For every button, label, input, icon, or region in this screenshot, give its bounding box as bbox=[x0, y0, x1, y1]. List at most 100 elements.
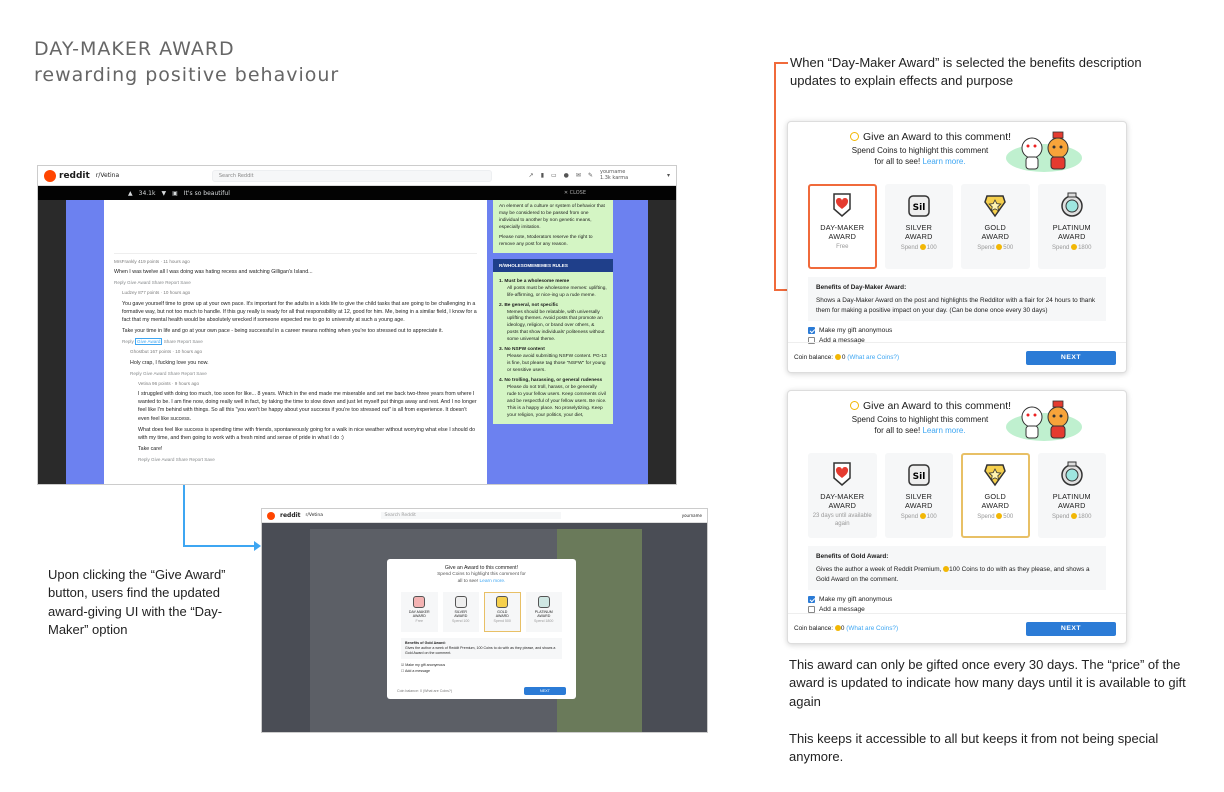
anonymous-label: Make my gift anonymous bbox=[819, 595, 893, 603]
award-name: SILVER bbox=[454, 609, 468, 614]
award-card-gold[interactable]: GOLD AWARD Spend 500 bbox=[961, 184, 1030, 269]
award-name-line: SILVER bbox=[905, 492, 933, 501]
reply-button[interactable]: Reply bbox=[122, 339, 134, 344]
price-coins: 1800 bbox=[1078, 244, 1092, 251]
price-coins: 1800 bbox=[1078, 513, 1092, 520]
modal-subtitle: Spend Coins to highlight this comment fo… bbox=[850, 146, 990, 168]
silver-icon bbox=[454, 595, 467, 608]
heart-icon bbox=[833, 193, 851, 217]
award-name: AWARD bbox=[537, 614, 551, 619]
modal-title: Give an Award to this comment! bbox=[850, 400, 1011, 412]
modal-header: Give an Award to this comment! Spend Coi… bbox=[788, 122, 1126, 178]
award-name: AWARD bbox=[454, 614, 468, 619]
award-card-platinum[interactable]: PLATINUM AWARD Spend 1800 bbox=[1037, 453, 1106, 538]
award-card-gold[interactable]: GOLD AWARD Spend 500 bbox=[484, 591, 521, 632]
mascots-illustration bbox=[1006, 131, 1082, 172]
trending-icon[interactable]: ↗ bbox=[529, 172, 534, 179]
rule-title[interactable]: 1. Must be a wholesome meme bbox=[499, 279, 607, 286]
coin-icon bbox=[996, 512, 1003, 519]
modal-footer: Coin balance: 0 (What are Coins?) NEXT bbox=[788, 613, 1126, 643]
award-card-day-maker[interactable]: DAY-MAKER AWARD 23 days until available a… bbox=[808, 453, 877, 538]
mail-icon[interactable]: ✉ bbox=[576, 172, 581, 179]
checkbox-checked-icon[interactable] bbox=[808, 596, 815, 604]
chat-icon[interactable]: ● bbox=[564, 172, 569, 179]
award-card-silver[interactable]: SILVER AWARD Spend 100 bbox=[442, 591, 479, 632]
learn-more-link[interactable]: Learn more. bbox=[480, 579, 506, 584]
award-card-silver[interactable]: Sil SILVER AWARD Spend 100 bbox=[884, 184, 953, 269]
award-name-line: AWARD bbox=[1057, 501, 1086, 511]
reddit-logo-icon[interactable] bbox=[267, 511, 275, 520]
subreddit-dropdown[interactable]: r/Vetina bbox=[96, 172, 206, 179]
learn-more-link[interactable]: Learn more. bbox=[922, 157, 965, 166]
stats-icon[interactable]: ▮ bbox=[541, 172, 544, 179]
award-card-platinum[interactable]: PLATINUM AWARD Spend 1800 bbox=[1037, 184, 1106, 269]
coin-balance-label: Coin balance: bbox=[794, 354, 834, 361]
coin-balance: Coin balance: 0 (What are Coins?) bbox=[794, 354, 899, 361]
next-button[interactable]: NEXT bbox=[1026, 621, 1116, 636]
anonymous-checkbox[interactable]: Make my gift anonymous bbox=[788, 596, 1126, 604]
annotation-give-award: Upon clicking the “Give Award” button, u… bbox=[48, 567, 226, 638]
downvote-icon[interactable]: ▼ bbox=[161, 190, 166, 197]
username[interactable]: yourname bbox=[682, 513, 702, 518]
award-card-gold[interactable]: GOLD AWARD Spend 500 bbox=[961, 453, 1030, 538]
rule-body: All posts must be wholesome memes: uplif… bbox=[507, 285, 607, 298]
award-card-platinum[interactable]: PLATINUM AWARD Spend 1800 bbox=[525, 591, 562, 632]
award-name: GOLD bbox=[497, 609, 508, 614]
coin-balance-value: 0 bbox=[840, 625, 845, 632]
upvote-icon[interactable]: ▲ bbox=[128, 190, 133, 197]
award-price: Spend 100 bbox=[887, 512, 952, 522]
award-card-day-maker[interactable]: DAY-MAKER AWARD Free bbox=[401, 591, 438, 632]
what-are-coins-link[interactable]: (What are Coins?) bbox=[846, 625, 898, 632]
platinum-icon bbox=[1061, 461, 1083, 486]
comment-meta: Vetina 96 points · 9 hours ago bbox=[138, 380, 200, 386]
create-post-icon[interactable]: ✎ bbox=[588, 172, 593, 179]
modal-title-text: Give an Award to this comment! bbox=[863, 131, 1012, 143]
next-button[interactable]: NEXT bbox=[1026, 350, 1116, 365]
award-price: Spend 500 bbox=[963, 243, 1028, 253]
gold-star-icon bbox=[984, 464, 1007, 487]
give-award-button[interactable]: Give Award bbox=[135, 338, 163, 346]
rule-title[interactable]: 2. Be general, not specific bbox=[499, 303, 607, 310]
learn-more-link[interactable]: Learn more. bbox=[922, 426, 965, 435]
annotation-benefits: When “Day-Maker Award” is selected the b… bbox=[790, 55, 1142, 89]
award-name-line: AWARD bbox=[828, 232, 857, 242]
reddit-logo[interactable]: reddit bbox=[44, 169, 90, 182]
award-price: Spend 1800 bbox=[1040, 512, 1105, 522]
user-menu[interactable]: yourname 1.3k karma bbox=[600, 169, 660, 181]
award-name-line: AWARD bbox=[981, 232, 1010, 242]
checkbox-checked-icon[interactable] bbox=[808, 327, 815, 335]
comment-text: Take your time in life and go at your ow… bbox=[122, 328, 444, 335]
price-coins: 500 bbox=[1003, 513, 1014, 520]
close-button[interactable]: ✕ CLOSE bbox=[564, 190, 586, 196]
message-label: Add a message bbox=[405, 668, 431, 673]
price-coins: 100 bbox=[926, 244, 937, 251]
subreddit-dropdown[interactable]: r/Vetina bbox=[306, 513, 376, 518]
comment-actions[interactable]: Reply Give Award Share Report Save bbox=[114, 279, 477, 286]
rule-body: Memes should be relatable, with universa… bbox=[507, 309, 605, 343]
message-checkbox[interactable]: ☐ Add a message bbox=[401, 669, 562, 675]
more-actions[interactable]: Share Report Save bbox=[164, 339, 203, 344]
comment-thread: Vetina 96 points · 9 hours ago I struggl… bbox=[130, 380, 477, 464]
anonymous-checkbox[interactable]: Make my gift anonymous bbox=[788, 327, 1126, 335]
award-name: AWARD bbox=[495, 614, 509, 619]
award-cooldown: 23 days until available again bbox=[812, 512, 872, 527]
award-card-silver[interactable]: Sil SILVER AWARD Spend 100 bbox=[884, 453, 953, 538]
video-icon[interactable]: ▭ bbox=[551, 172, 557, 179]
search-input[interactable]: Search Reddit bbox=[211, 169, 492, 182]
search-input[interactable]: Search Reddit bbox=[380, 512, 561, 519]
comment-actions[interactable]: Reply Give Award Share Report Save bbox=[138, 456, 477, 463]
chevron-down-icon[interactable]: ▾ bbox=[667, 172, 670, 179]
next-button[interactable]: NEXT bbox=[523, 687, 566, 695]
svg-text:Sil: Sil bbox=[912, 472, 925, 482]
reddit-thread-screenshot: reddit r/Vetina Search Reddit ↗ ▮ ▭ ● ✉ … bbox=[37, 165, 677, 485]
award-name: GOLD AWARD bbox=[963, 492, 1028, 511]
award-card-day-maker[interactable]: DAY-MAKER AWARD Free bbox=[808, 184, 877, 269]
coin-balance: Coin balance: 0 (What are Coins?) bbox=[397, 689, 453, 693]
image-icon: ▣ bbox=[172, 189, 178, 197]
comment-actions[interactable]: Reply Give Award Share Report Save bbox=[130, 370, 477, 377]
price-coins: 100 bbox=[926, 513, 937, 520]
connector-line bbox=[774, 62, 788, 64]
what-are-coins-link[interactable]: (What are Coins?) bbox=[847, 354, 899, 361]
sidebar-text: An element of a culture or system of beh… bbox=[499, 204, 605, 230]
header-icons: ↗ ▮ ▭ ● ✉ ✎ yourname 1.3k karma ▾ bbox=[529, 169, 670, 181]
